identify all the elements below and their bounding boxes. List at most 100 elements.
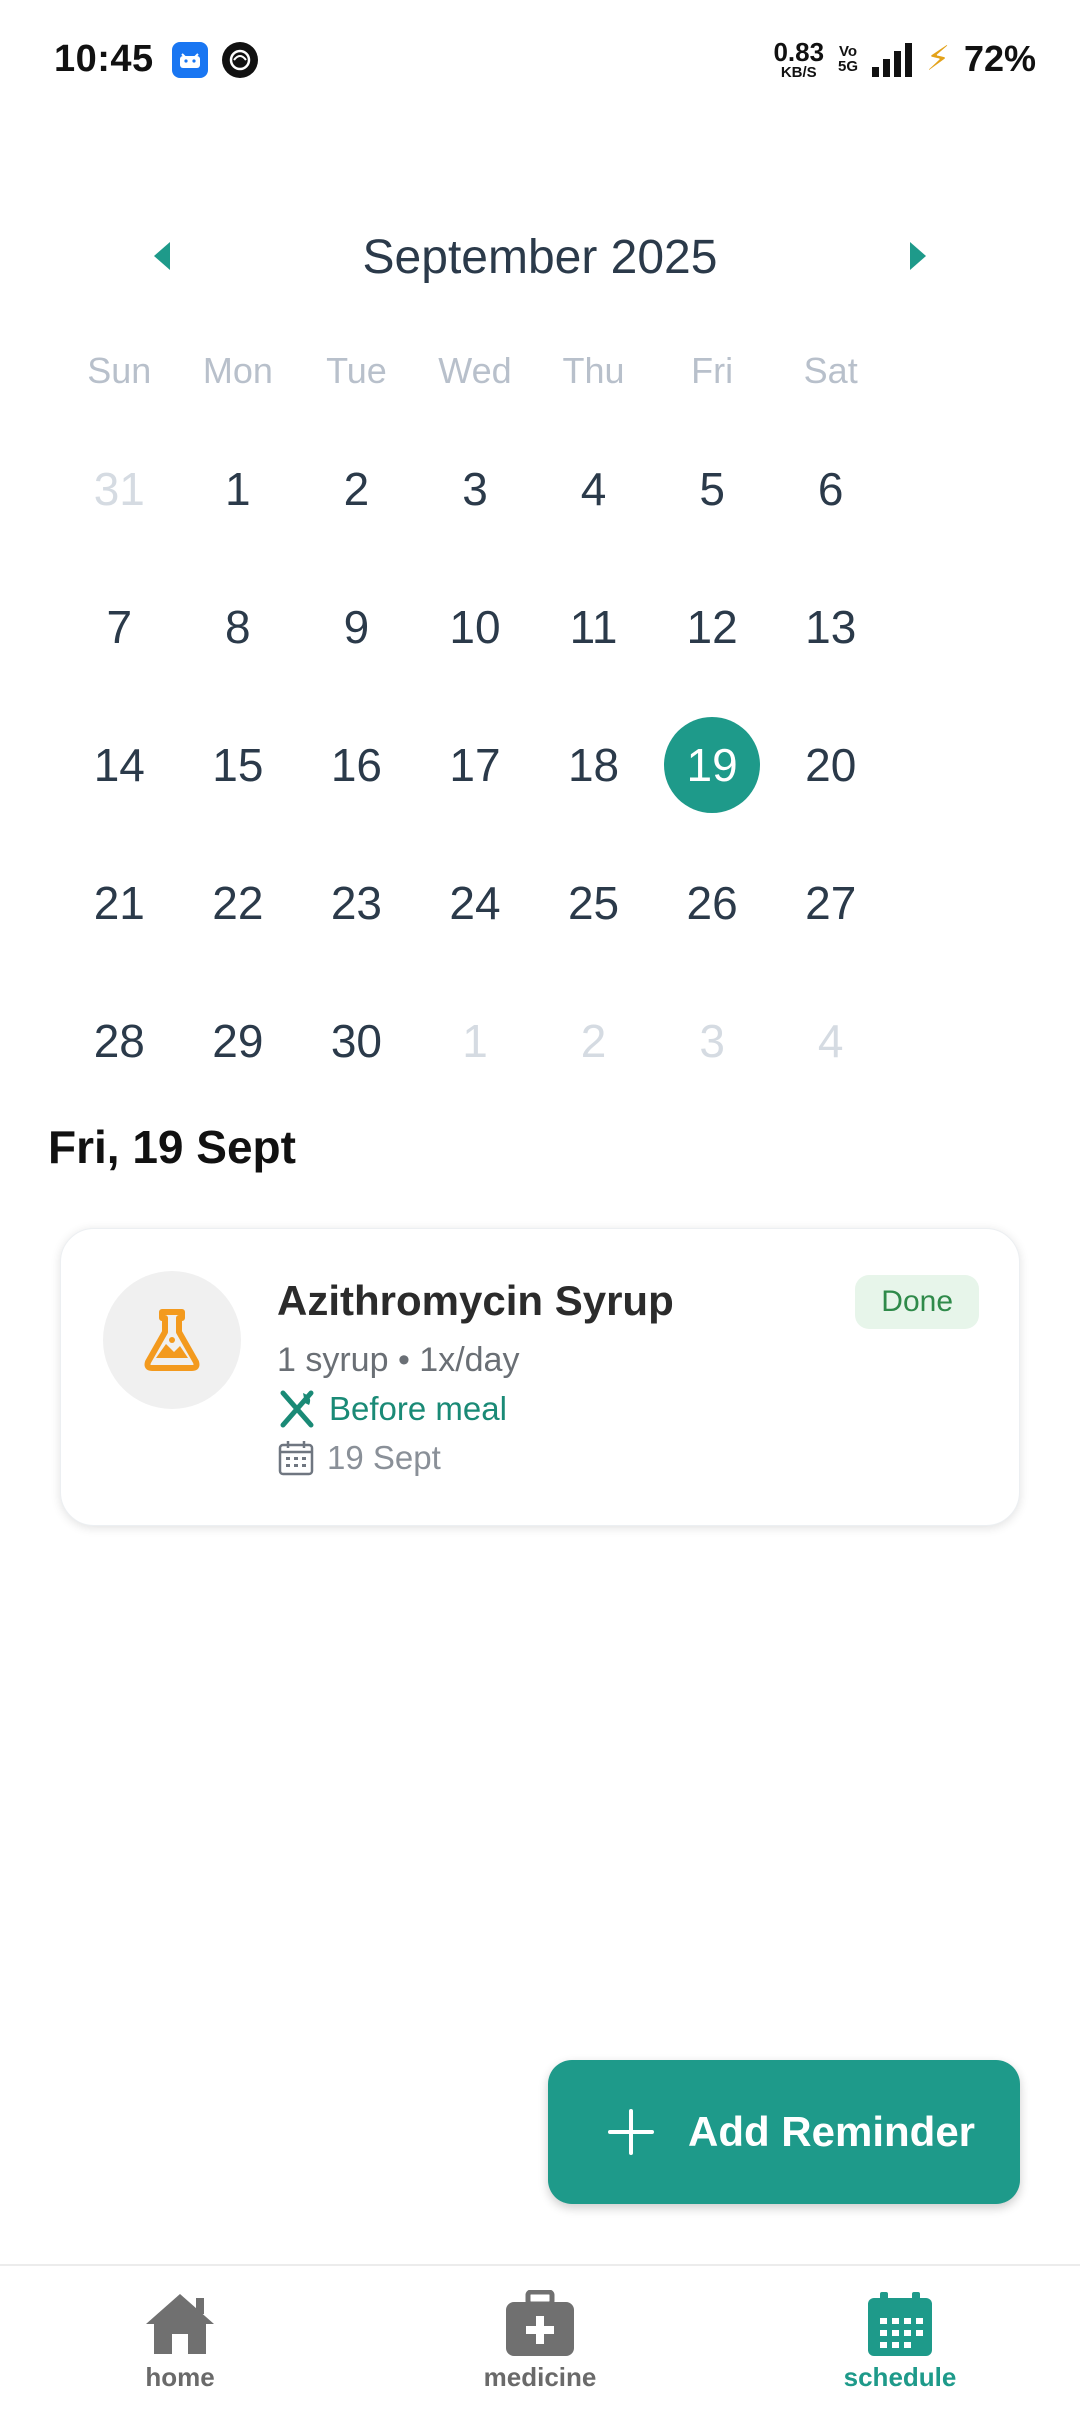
calendar-day-number: 3 — [699, 1015, 725, 1067]
calendar-day-number: 21 — [93, 877, 145, 929]
calendar-day[interactable]: 30 — [297, 972, 416, 1110]
calendar-day-number: 1 — [462, 1015, 488, 1067]
reminder-date: 19 Sept — [277, 1439, 441, 1477]
calendar-day-number: 11 — [569, 601, 618, 653]
flask-icon — [144, 1309, 200, 1371]
calendar-day[interactable]: 8 — [179, 558, 298, 696]
calendar-day[interactable]: 23 — [297, 834, 416, 972]
app-notification-icon — [222, 42, 258, 78]
calendar-day[interactable]: 6 — [771, 420, 890, 558]
battery-percent: 72% — [963, 38, 1036, 79]
network-speed: 0.83 KB/S — [773, 36, 825, 81]
calendar-day-selected[interactable]: 19 — [653, 696, 772, 834]
calendar-day[interactable]: 24 — [416, 834, 535, 972]
calendar-day-number: 1 — [225, 463, 251, 515]
calendar-day[interactable]: 5 — [653, 420, 772, 558]
calendar-day-number: 16 — [330, 739, 382, 791]
calendar-day[interactable]: 29 — [179, 972, 298, 1110]
charging-icon: ⚡ — [926, 40, 950, 78]
calendar-day[interactable]: 11 — [534, 558, 653, 696]
status-time: 10:45 — [54, 38, 154, 80]
meal-timing: Before meal — [277, 1389, 507, 1429]
nav-item-home[interactable]: home — [60, 2290, 300, 2393]
calendar-day[interactable]: 3 — [416, 420, 535, 558]
calendar-day[interactable]: 22 — [179, 834, 298, 972]
month-title: September 2025 — [362, 231, 718, 284]
calendar-day[interactable]: 18 — [534, 696, 653, 834]
calendar-day[interactable]: 25 — [534, 834, 653, 972]
calendar-day[interactable]: 28 — [60, 972, 179, 1110]
calendar-day-number: 28 — [93, 1015, 145, 1067]
calendar-day-number: 31 — [93, 463, 145, 515]
calendar-day-number: 15 — [212, 739, 264, 791]
calendar-header: September 2025 — [140, 222, 940, 292]
chevron-left-icon — [154, 242, 170, 270]
calendar-day[interactable]: 2 — [534, 972, 653, 1110]
meal-timing-label: Before meal — [329, 1390, 507, 1427]
nav-label-schedule: schedule — [843, 2362, 957, 2392]
previous-month-button[interactable] — [140, 234, 184, 278]
calendar-day[interactable]: 13 — [771, 558, 890, 696]
calendar-day[interactable]: 27 — [771, 834, 890, 972]
weekday-row: Sun Mon Tue Wed Thu Fri Sat — [60, 350, 890, 392]
calendar-day[interactable]: 26 — [653, 834, 772, 972]
calendar-day[interactable]: 1 — [179, 420, 298, 558]
reminder-date-label: 19 Sept — [327, 1439, 441, 1476]
reminder-card[interactable]: Azithromycin Syrup 1 syrup • 1x/day Befo… — [60, 1228, 1020, 1526]
calendar-day-number: 23 — [330, 877, 382, 929]
calendar-day[interactable]: 4 — [771, 972, 890, 1110]
calendar-day-number: 3 — [462, 463, 488, 515]
calendar-day-number: 8 — [225, 601, 251, 653]
calendar-day-number: 7 — [106, 601, 133, 653]
calendar-days-grid: 31 1 2 3 4 5 6 7 8 9 10 11 12 13 14 15 16 17 18 19 20 21 22 23 2… — [60, 420, 890, 1110]
medical-kit-icon — [506, 2290, 574, 2356]
calendar-day[interactable]: 10 — [416, 558, 535, 696]
calendar-day-number: 25 — [567, 877, 620, 929]
nav-item-medicine[interactable]: medicine — [420, 2290, 660, 2393]
calendar-day-number: 17 — [449, 739, 501, 791]
calendar-day-number: 13 — [805, 601, 857, 653]
weekday-label: Sun — [87, 350, 152, 391]
calendar-day[interactable]: 7 — [60, 558, 179, 696]
plus-icon — [608, 2109, 654, 2155]
calendar-icon — [278, 1441, 314, 1476]
calendar-day[interactable]: 31 — [60, 420, 179, 558]
medicine-avatar — [103, 1271, 241, 1409]
calendar-day-number: 2 — [343, 463, 370, 515]
add-reminder-label: Add Reminder — [688, 2108, 976, 2155]
nav-item-schedule[interactable]: schedule — [780, 2290, 1020, 2393]
medicine-name: Azithromycin Syrup — [277, 1277, 674, 1324]
volte-indicator: Vo 5G — [838, 43, 859, 75]
calendar-day[interactable]: 21 — [60, 834, 179, 972]
calendar-day-number: 2 — [580, 1015, 607, 1067]
status-right-group: 0.83 KB/S Vo 5G ⚡ 72% — [773, 34, 1036, 84]
selected-date-heading: Fri, 19 Sept — [48, 1121, 296, 1173]
calendar-day[interactable]: 12 — [653, 558, 772, 696]
android-notification-icon — [172, 42, 208, 78]
calendar-day-number: 27 — [805, 877, 857, 929]
calendar-day-number: 9 — [343, 601, 370, 653]
next-month-button[interactable] — [896, 234, 940, 278]
calendar-day[interactable]: 1 — [416, 972, 535, 1110]
calendar-day[interactable]: 20 — [771, 696, 890, 834]
calendar-day[interactable]: 9 — [297, 558, 416, 696]
schedule-calendar-icon — [868, 2292, 932, 2356]
calendar-day[interactable]: 17 — [416, 696, 535, 834]
calendar-day[interactable]: 15 — [179, 696, 298, 834]
nav-label-medicine: medicine — [483, 2362, 597, 2392]
medicine-dosage: 1 syrup • 1x/day — [277, 1341, 520, 1379]
calendar-day-number: 19 — [664, 717, 761, 813]
calendar-day[interactable]: 2 — [297, 420, 416, 558]
weekday-label: Sat — [803, 350, 858, 391]
calendar-day[interactable]: 14 — [60, 696, 179, 834]
calendar-day[interactable]: 16 — [297, 696, 416, 834]
add-reminder-button[interactable]: Add Reminder — [548, 2060, 1020, 2204]
calendar-day-number: 30 — [330, 1015, 382, 1067]
calendar-day[interactable]: 3 — [653, 972, 772, 1110]
calendar-day-number: 18 — [567, 739, 620, 791]
status-bar: 10:45 0.83 KB/S Vo 5G ⚡ 72% — [0, 0, 1080, 124]
weekday-label: Mon — [202, 350, 273, 391]
calendar-day-number: 14 — [93, 739, 145, 791]
chevron-right-icon — [910, 242, 926, 270]
calendar-day[interactable]: 4 — [534, 420, 653, 558]
